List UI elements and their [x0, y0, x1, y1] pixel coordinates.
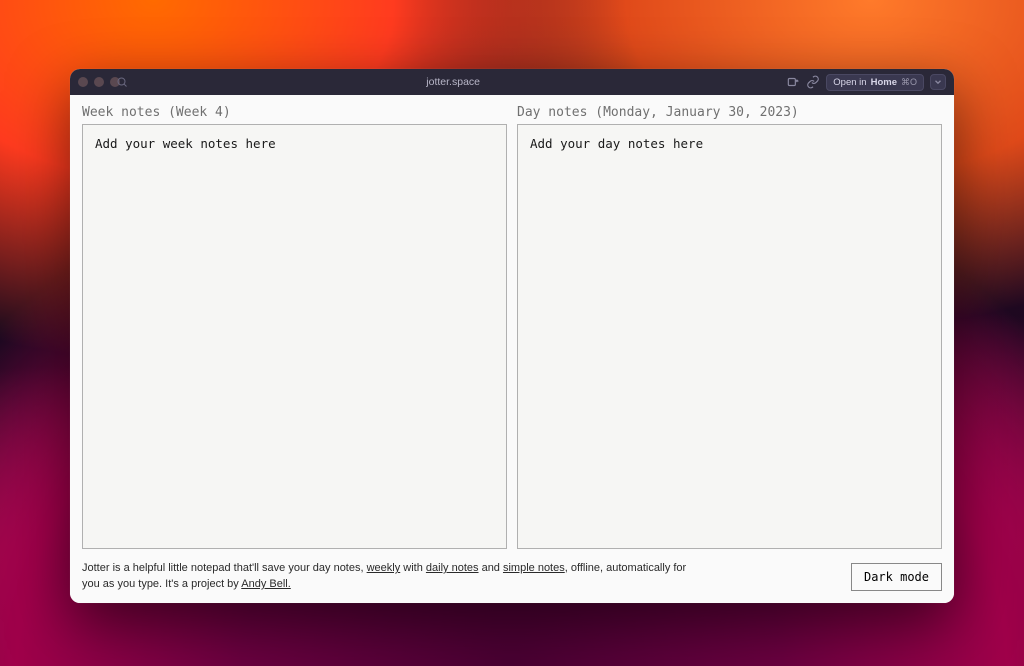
save-extension-icon[interactable] — [786, 75, 800, 89]
weekly-link[interactable]: weekly — [367, 562, 401, 574]
day-notes-pane: Day notes (Monday, January 30, 2023) — [517, 105, 942, 549]
open-in-label-prefix: Open in — [833, 77, 866, 88]
traffic-lights — [78, 77, 120, 87]
minimize-window-button[interactable] — [94, 77, 104, 87]
open-in-label-target: Home — [871, 77, 897, 88]
footer-text-3: and — [479, 562, 503, 574]
week-notes-pane: Week notes (Week 4) — [82, 105, 507, 549]
week-notes-input[interactable] — [82, 124, 507, 549]
week-notes-heading: Week notes (Week 4) — [82, 105, 507, 120]
note-panes: Week notes (Week 4) Day notes (Monday, J… — [82, 105, 942, 549]
simple-notes-link[interactable]: simple notes — [503, 562, 565, 574]
open-in-shortcut: ⌘O — [901, 77, 917, 88]
toolbar-right: Open in Home ⌘O — [786, 74, 946, 91]
search-icon — [116, 76, 128, 88]
url-text: jotter.space — [426, 76, 480, 88]
url-bar[interactable]: jotter.space — [134, 76, 772, 88]
day-notes-input[interactable] — [517, 124, 942, 549]
footer-text-1: Jotter is a helpful little notepad that'… — [82, 562, 367, 574]
browser-window: jotter.space Open in Home ⌘O Week notes … — [70, 69, 954, 603]
open-in-home-button[interactable]: Open in Home ⌘O — [826, 74, 924, 91]
author-link[interactable]: Andy Bell. — [241, 578, 291, 590]
close-window-button[interactable] — [78, 77, 88, 87]
page-content: Week notes (Week 4) Day notes (Monday, J… — [70, 95, 954, 603]
day-notes-heading: Day notes (Monday, January 30, 2023) — [517, 105, 942, 120]
footer-description: Jotter is a helpful little notepad that'… — [82, 561, 702, 593]
footer-text-2: with — [400, 562, 426, 574]
titlebar: jotter.space Open in Home ⌘O — [70, 69, 954, 95]
daily-notes-link[interactable]: daily notes — [426, 562, 479, 574]
footer: Jotter is a helpful little notepad that'… — [82, 557, 942, 593]
chevron-down-icon[interactable] — [930, 74, 946, 90]
link-icon[interactable] — [806, 75, 820, 89]
dark-mode-button[interactable]: Dark mode — [851, 563, 942, 591]
